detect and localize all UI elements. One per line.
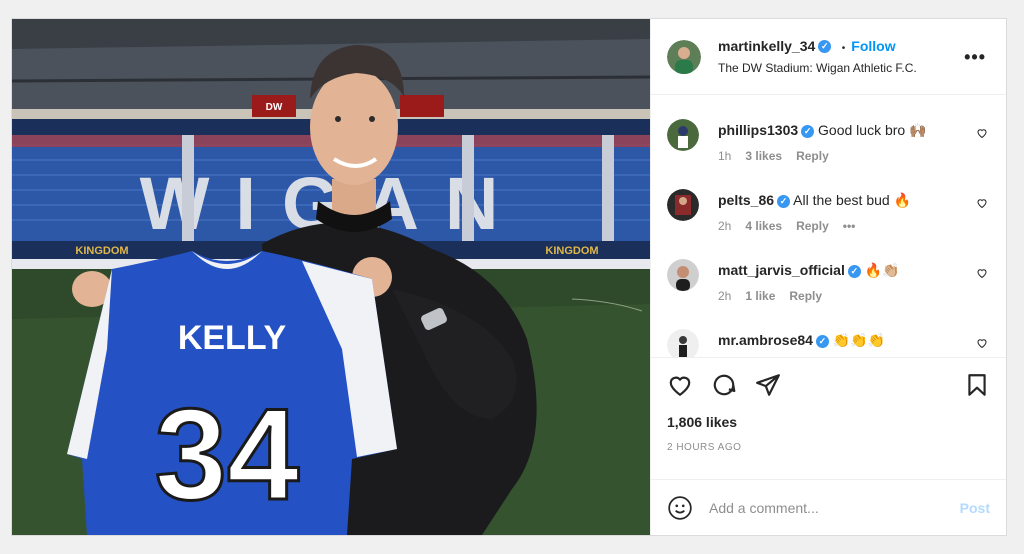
reply-button[interactable]: Reply: [796, 219, 829, 233]
emoji-smiley-icon[interactable]: [667, 495, 693, 521]
comment-time[interactable]: 2h: [718, 289, 731, 303]
like-comment-heart-icon[interactable]: [976, 127, 988, 139]
comment-time[interactable]: 1h: [718, 149, 731, 163]
separator-dot: •: [841, 43, 846, 54]
like-comment-heart-icon[interactable]: [976, 197, 988, 209]
author-username[interactable]: martinkelly_34: [718, 38, 815, 54]
comment-username[interactable]: pelts_86: [718, 192, 774, 208]
comment-item: pelts_86 ✓ All the best bud 🔥 2h 4 likes Re…: [651, 171, 1006, 241]
post-comment-button[interactable]: Post: [960, 500, 990, 516]
comment-text: Good luck bro 🙌🏽: [818, 122, 927, 138]
ad-board-right: KINGDOM: [545, 245, 598, 257]
more-options-icon[interactable]: •••: [964, 47, 986, 68]
like-comment-heart-icon[interactable]: [976, 337, 988, 349]
like-comment-heart-icon[interactable]: [976, 267, 988, 279]
comment-time[interactable]: 2h: [718, 219, 731, 233]
instagram-post: DW WIGAN KINGDOM KINGDOM: [11, 18, 1007, 536]
add-comment-bar: Post: [651, 479, 1006, 535]
reply-button[interactable]: Reply: [796, 149, 829, 163]
save-bookmark-icon[interactable]: [964, 372, 990, 398]
commenter-avatar[interactable]: [667, 189, 699, 221]
comment-likes[interactable]: 3 likes: [745, 149, 782, 163]
verified-badge-icon: ✓: [818, 40, 832, 54]
comment-item: matt_jarvis_official ✓ 🔥👏🏼 2h 1 like Reply: [651, 241, 1006, 311]
comment-text: All the best bud 🔥: [793, 192, 912, 208]
comment-text: 👏👏👏: [832, 332, 886, 348]
commenter-avatar[interactable]: [667, 259, 699, 291]
jersey-name: KELLY: [178, 319, 287, 357]
comment-text: 🔥👏🏼: [864, 262, 900, 278]
like-heart-icon[interactable]: [667, 372, 693, 398]
comments-list: phillips1303 ✓ Good luck bro 🙌🏽 1h 3 likes…: [651, 95, 1006, 357]
verified-badge-icon: ✓: [815, 334, 829, 348]
comment-more-options-icon[interactable]: •••: [843, 219, 856, 233]
commenter-avatar[interactable]: [667, 329, 699, 357]
share-paper-plane-icon[interactable]: [755, 372, 781, 398]
location-label[interactable]: The DW Stadium: Wigan Athletic F.C.: [718, 61, 917, 75]
comment-item: phillips1303 ✓ Good luck bro 🙌🏽 1h 3 likes…: [651, 101, 1006, 171]
post-image: DW WIGAN KINGDOM KINGDOM: [12, 19, 650, 535]
verified-badge-icon: ✓: [847, 264, 861, 278]
sponsor-sign: DW: [266, 102, 283, 113]
add-comment-input[interactable]: [709, 499, 960, 516]
post-timestamp[interactable]: 2 HOURS AGO: [667, 442, 990, 453]
comment-bubble-icon[interactable]: [711, 372, 737, 398]
commenter-avatar[interactable]: [667, 119, 699, 151]
author-info: martinkelly_34 ✓ • Follow The DW Stadium: …: [718, 38, 917, 75]
likes-count[interactable]: 1,806 likes: [667, 414, 990, 430]
verified-badge-icon: ✓: [777, 194, 791, 208]
follow-button[interactable]: Follow: [851, 38, 895, 54]
verified-badge-icon: ✓: [801, 124, 815, 138]
ad-board-left: KINGDOM: [75, 245, 128, 257]
comment-username[interactable]: phillips1303: [718, 122, 798, 138]
reply-button[interactable]: Reply: [789, 289, 822, 303]
jersey-number: 34: [155, 381, 300, 527]
post-actions: 1,806 likes 2 HOURS AGO: [651, 357, 1006, 479]
comment-likes[interactable]: 1 like: [745, 289, 775, 303]
author-avatar[interactable]: [667, 39, 701, 74]
comment-username[interactable]: matt_jarvis_official: [718, 262, 845, 278]
comment-username[interactable]: mr.ambrose84: [718, 332, 813, 348]
post-photo[interactable]: DW WIGAN KINGDOM KINGDOM: [12, 19, 650, 535]
comment-likes[interactable]: 4 likes: [745, 219, 782, 233]
post-header: martinkelly_34 ✓ • Follow The DW Stadium: …: [651, 19, 1006, 95]
post-sidebar: martinkelly_34 ✓ • Follow The DW Stadium: …: [650, 19, 1006, 535]
comment-item: mr.ambrose84 ✓ 👏👏👏: [651, 311, 1006, 357]
